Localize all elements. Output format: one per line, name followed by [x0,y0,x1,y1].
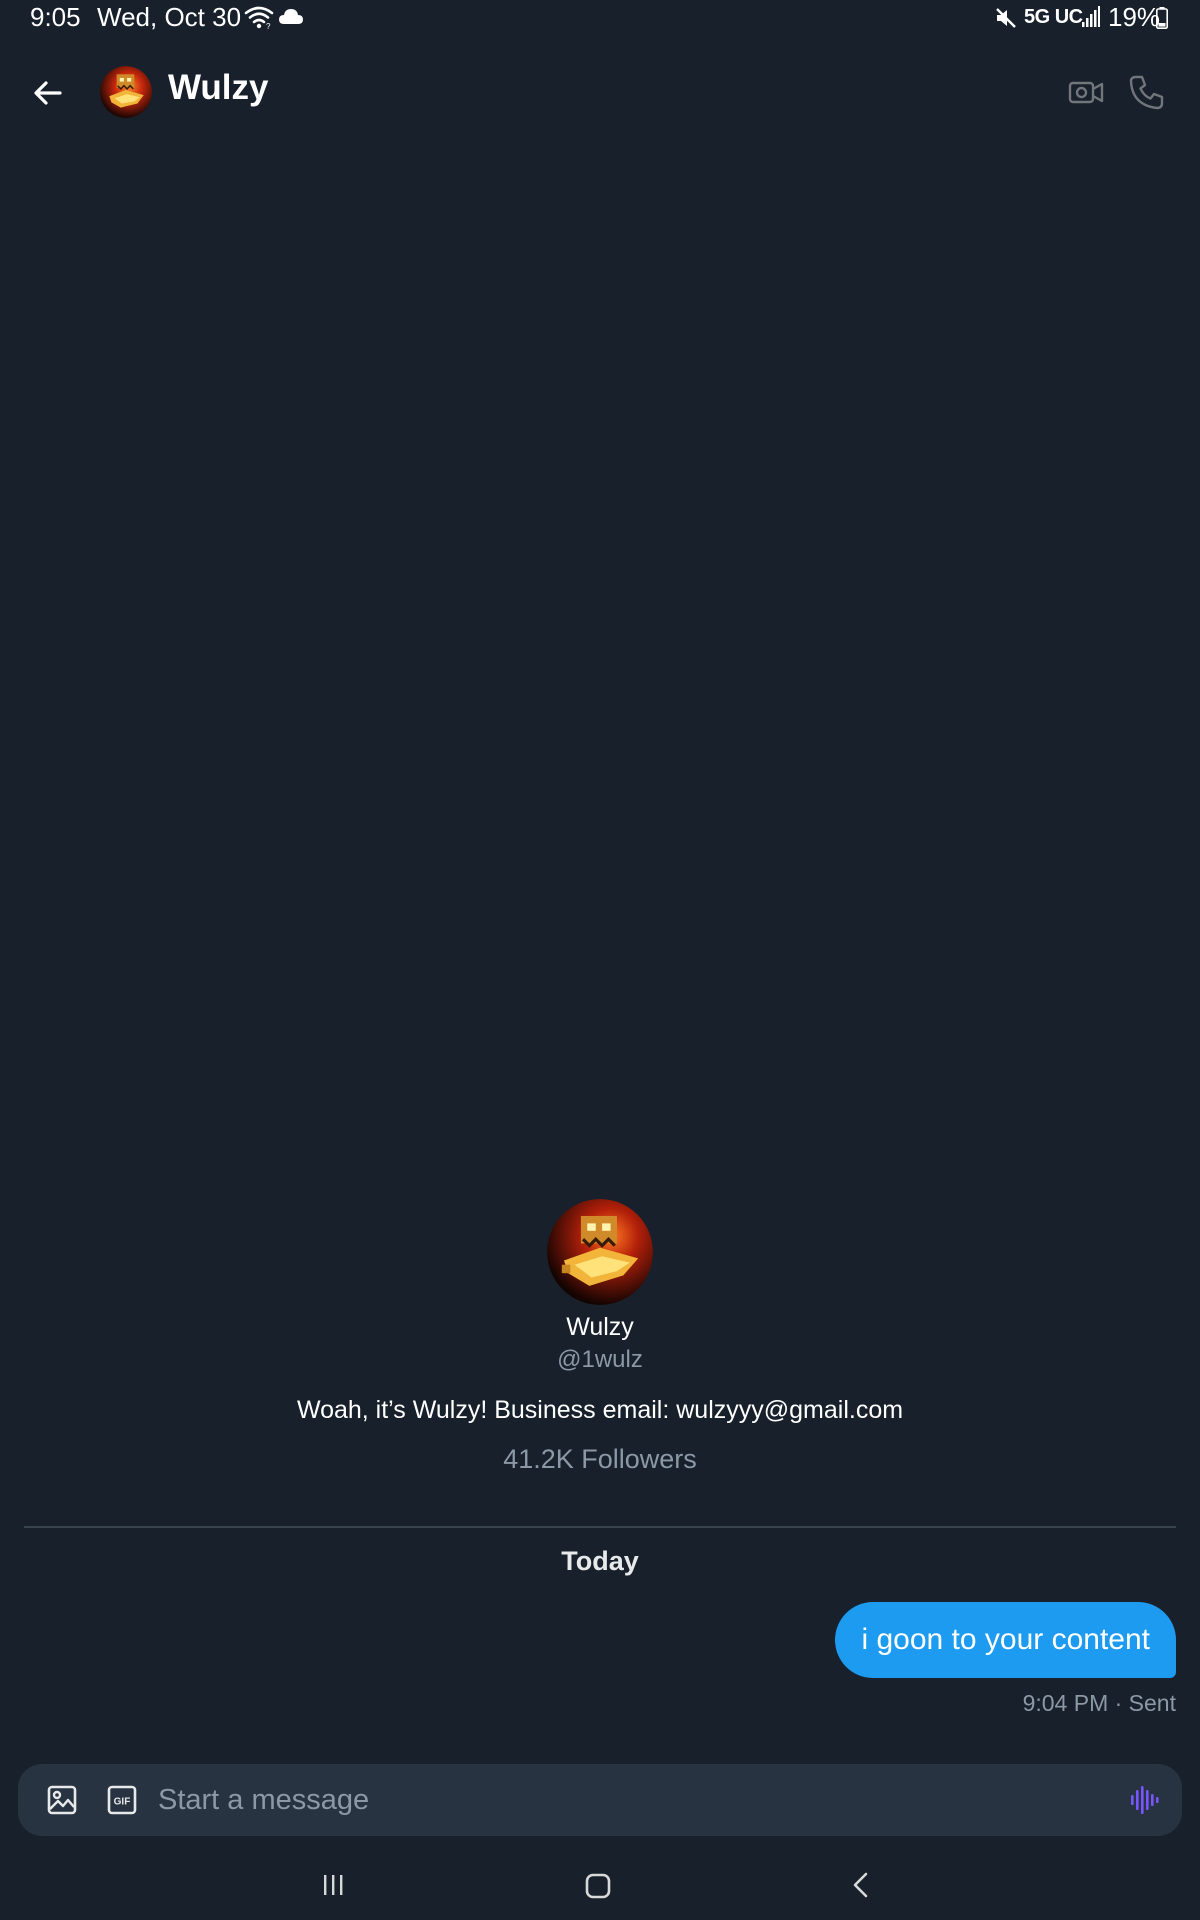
phone-icon[interactable] [1126,72,1166,112]
svg-text:?: ? [266,22,271,30]
profile-followers[interactable]: 41.2K Followers [0,1444,1200,1475]
home-icon[interactable] [582,1870,614,1902]
profile-handle: @1wulz [557,1346,643,1373]
message-meta: 9:04 PM · Sent [1022,1690,1176,1716]
battery-icon [1156,7,1168,29]
video-camera-icon[interactable] [1066,72,1106,112]
status-date: Wed, Oct 30 [97,2,242,32]
date-separator: Today [561,1546,639,1576]
recents-icon[interactable] [318,1870,348,1900]
profile-bio: Woah, it’s Wulzy! Business email: wulzyy… [296,1396,904,1424]
avatar[interactable] [100,66,152,118]
profile-avatar[interactable] [547,1199,653,1305]
conversation-header: Wulzy [0,56,1200,126]
voice-waveform-icon[interactable] [1128,1784,1160,1816]
back-arrow-icon[interactable] [28,73,68,113]
cloud-icon [279,9,303,24]
wifi-icon: ? [244,6,274,30]
message-input[interactable] [158,1776,1098,1824]
network-type: 5G UC [1024,6,1083,28]
gif-icon[interactable]: GIF [106,1784,138,1816]
battery-percent: 19% [1108,2,1161,32]
mute-icon [996,8,1016,28]
message-composer: GIF [18,1764,1182,1836]
divider [24,1526,1176,1528]
status-bar: 9:05 Wed, Oct 30 ? 5G UC 19% [0,0,1200,36]
dm-screen: 9:05 Wed, Oct 30 ? 5G UC 19% Wulzy Wulzy… [0,0,1200,1920]
signal-icon [1082,6,1100,27]
svg-text:GIF: GIF [114,1797,131,1808]
header-title[interactable]: Wulzy [168,68,268,108]
message-bubble[interactable]: i goon to your content [835,1602,1176,1678]
status-time: 9:05 [30,2,81,32]
profile-name[interactable]: Wulzy [0,1313,1200,1342]
back-chevron-icon[interactable] [846,1870,876,1900]
image-icon[interactable] [46,1784,78,1816]
